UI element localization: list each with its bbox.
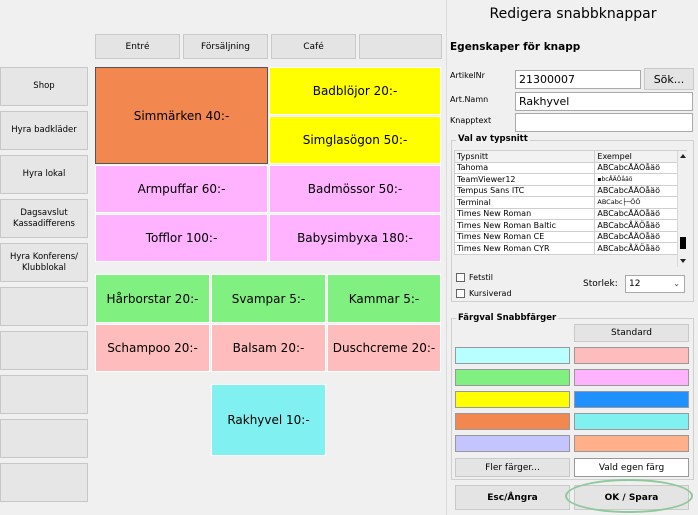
table-row[interactable]: Terminal ABCabc├─ÖÖ [453, 196, 687, 209]
table-row[interactable]: Times New Roman CE ABCabcÅÄÖåäö [453, 230, 687, 243]
tile-badblojor[interactable]: Badblöjor 20:- [269, 67, 441, 115]
scroll-down-icon[interactable] [680, 259, 686, 263]
sidebar-item-empty[interactable] [0, 331, 88, 370]
sidebar-item-empty[interactable] [0, 419, 88, 458]
tile-badmossor[interactable]: Badmössor 50:- [269, 165, 441, 213]
color-swatch[interactable] [455, 435, 570, 452]
tab-cafe[interactable]: Café [271, 34, 356, 59]
font-table-header: Typsnitt Exempel [453, 150, 687, 163]
font-name: Terminal [453, 196, 596, 209]
color-swatch[interactable] [574, 347, 689, 364]
font-sample: ABCabcÅÄÖåäö [594, 161, 687, 174]
scroll-up-icon[interactable] [680, 154, 686, 158]
artikelnr-label: ArtikelNr [450, 71, 485, 80]
tile-kammar[interactable]: Kammar 5:- [327, 274, 441, 323]
cancel-button[interactable]: Esc/Ångra [455, 485, 570, 510]
chevron-down-icon: ⌄ [673, 279, 680, 288]
sidebar-item-empty[interactable] [0, 287, 88, 326]
font-name: Times New Roman CE [453, 230, 596, 243]
sidebar-item-dagsavslut[interactable]: Dagsavslut Kassadifferens [0, 199, 88, 238]
font-name: TeamViewer12 [453, 173, 596, 186]
tile-duschcreme[interactable]: Duschcreme 20:- [327, 324, 441, 372]
sidebar-item-empty[interactable] [0, 375, 88, 414]
own-color-box[interactable]: Vald egen färg [574, 458, 689, 477]
tile-balsam[interactable]: Balsam 20:- [211, 324, 326, 372]
sidebar-item-shop[interactable]: Shop [0, 67, 88, 106]
font-sample: ABCabcÅÄÖåäö [594, 219, 687, 232]
font-name: Tahoma [453, 161, 596, 174]
color-swatch[interactable] [455, 369, 570, 386]
artnamn-label: Art.Namn [450, 95, 489, 104]
storlek-value: 12 [629, 279, 641, 289]
color-swatch[interactable] [455, 347, 570, 364]
tile-harborstar[interactable]: Hårborstar 20:- [95, 274, 210, 323]
font-sample: ▪bcÅÄÖåäö [594, 173, 687, 186]
table-row[interactable]: TeamViewer12 ▪bcÅÄÖåäö [453, 173, 687, 186]
font-col-typsnitt: Typsnitt [453, 150, 596, 163]
section-title: Egenskaper för knapp [450, 41, 581, 53]
storlek-label: Storlek: [583, 279, 618, 289]
font-col-exempel: Exempel [594, 150, 687, 163]
artnamn-input[interactable]: Rakhyvel [515, 92, 693, 111]
color-group-title: Färgval Snabbfärger [456, 313, 559, 323]
tab-empty[interactable] [359, 34, 442, 59]
kursiverad-label: Kursiverad [469, 289, 512, 298]
knapptext-input[interactable] [515, 113, 693, 132]
color-swatch[interactable] [455, 391, 570, 408]
font-table[interactable]: Typsnitt Exempel Tahoma ABCabcÅÄÖåäö Team… [453, 150, 687, 255]
knapptext-label: Knapptext [450, 116, 492, 125]
font-sample: ABCabcÅÄÖåäö [594, 184, 687, 197]
table-row[interactable]: Times New Roman CYR ABCabcÅÄÖåäö [453, 242, 687, 255]
tile-rakhyvel[interactable]: Rakhyvel 10:- [211, 384, 326, 456]
tile-armpuffar[interactable]: Armpuffar 60:- [95, 165, 268, 213]
color-swatch[interactable] [574, 413, 689, 430]
tab-entre[interactable]: Entré [95, 34, 180, 59]
tile-babysimbyxa[interactable]: Babysimbyxa 180:- [269, 214, 441, 262]
font-name: Times New Roman [453, 207, 596, 220]
more-colors-button[interactable]: Fler färger... [455, 458, 570, 477]
scroll-thumb[interactable] [680, 237, 686, 249]
font-group-title: Val av typsnitt [456, 134, 530, 144]
table-row[interactable]: Tahoma ABCabcÅÄÖåäö [453, 161, 687, 174]
font-sample: ABCabc├─ÖÖ [594, 196, 687, 209]
font-table-scrollbar[interactable] [677, 151, 687, 267]
sidebar-item-hyra-konferens[interactable]: Hyra Konferens/ Klubblokal [0, 243, 88, 282]
kursiverad-checkbox[interactable] [456, 289, 465, 298]
artikelnr-input[interactable]: 21300007 [515, 70, 641, 89]
font-name: Times New Roman CYR [453, 242, 596, 255]
tile-simglasogon[interactable]: Simglasögon 50:- [269, 116, 441, 164]
sidebar-item-hyra-badklader[interactable]: Hyra badkläder [0, 111, 88, 150]
table-row[interactable]: Tempus Sans ITC ABCabcÅÄÖåäö [453, 184, 687, 197]
tile-tofflor[interactable]: Tofflor 100:- [95, 214, 268, 262]
fetstil-checkbox[interactable] [456, 273, 465, 282]
font-sample: ABCabcÅÄÖåäö [594, 207, 687, 220]
color-swatch[interactable] [574, 435, 689, 452]
tab-forsaljning[interactable]: Försäljning [183, 34, 268, 59]
storlek-select[interactable]: 12 ⌄ [625, 275, 685, 293]
search-button[interactable]: Sök... [644, 68, 694, 90]
color-swatch[interactable] [574, 391, 689, 408]
font-name: Tempus Sans ITC [453, 184, 596, 197]
ok-highlight-ring [565, 479, 693, 513]
tile-svampar[interactable]: Svampar 5:- [211, 274, 326, 323]
color-swatch[interactable] [455, 413, 570, 430]
sidebar-item-hyra-lokal[interactable]: Hyra lokal [0, 155, 88, 194]
sidebar-item-empty[interactable] [0, 463, 88, 502]
tile-simmarken[interactable]: Simmärken 40:- [95, 67, 268, 164]
standard-button[interactable]: Standard [574, 324, 689, 342]
panel-title: Redigera snabbknappar [489, 6, 657, 22]
table-row[interactable]: Times New Roman ABCabcÅÄÖåäö [453, 207, 687, 220]
font-name: Times New Roman Baltic [453, 219, 596, 232]
tile-schampoo[interactable]: Schampoo 20:- [95, 324, 210, 372]
color-swatch[interactable] [574, 369, 689, 386]
font-sample: ABCabcÅÄÖåäö [594, 230, 687, 243]
edit-panel: Redigera snabbknappar Egenskaper för kna… [446, 0, 698, 515]
fetstil-label: Fetstil [469, 273, 493, 282]
table-row[interactable]: Times New Roman Baltic ABCabcÅÄÖåäö [453, 219, 687, 232]
font-sample: ABCabcÅÄÖåäö [594, 242, 687, 255]
